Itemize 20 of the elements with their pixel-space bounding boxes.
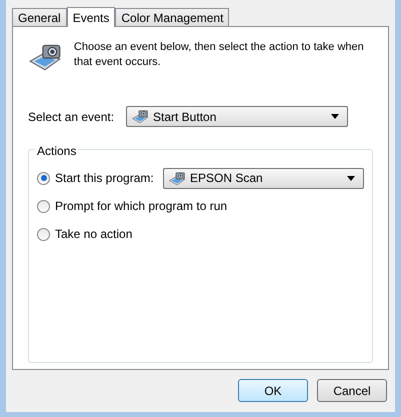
event-dropdown[interactable]: Start Button [126,106,348,127]
event-label: Select an event: [28,108,116,126]
program-dropdown[interactable]: EPSON Scan [163,168,364,188]
radio-button[interactable] [37,228,50,240]
cancel-button[interactable]: Cancel [317,379,387,402]
tab[interactable]: General [12,8,67,26]
ok-button[interactable]: OK [238,379,308,402]
radio-label[interactable]: Start this program: [55,169,163,187]
radio-button[interactable] [37,200,50,212]
radio-label[interactable]: Take no action [55,225,163,243]
scanner-icon [131,109,149,124]
scanner-icon [168,170,186,186]
caret-icon [331,114,339,119]
tab[interactable]: Events [66,7,116,27]
tab[interactable]: Color Management [115,8,230,26]
radio-label[interactable]: Prompt for which program to run [55,197,228,215]
caret-icon [347,176,355,180]
intro-text: Choose an event below, then select the action to take when that event occurs. [74,40,365,70]
scanner-icon [28,42,62,72]
radio-button[interactable] [37,172,50,184]
